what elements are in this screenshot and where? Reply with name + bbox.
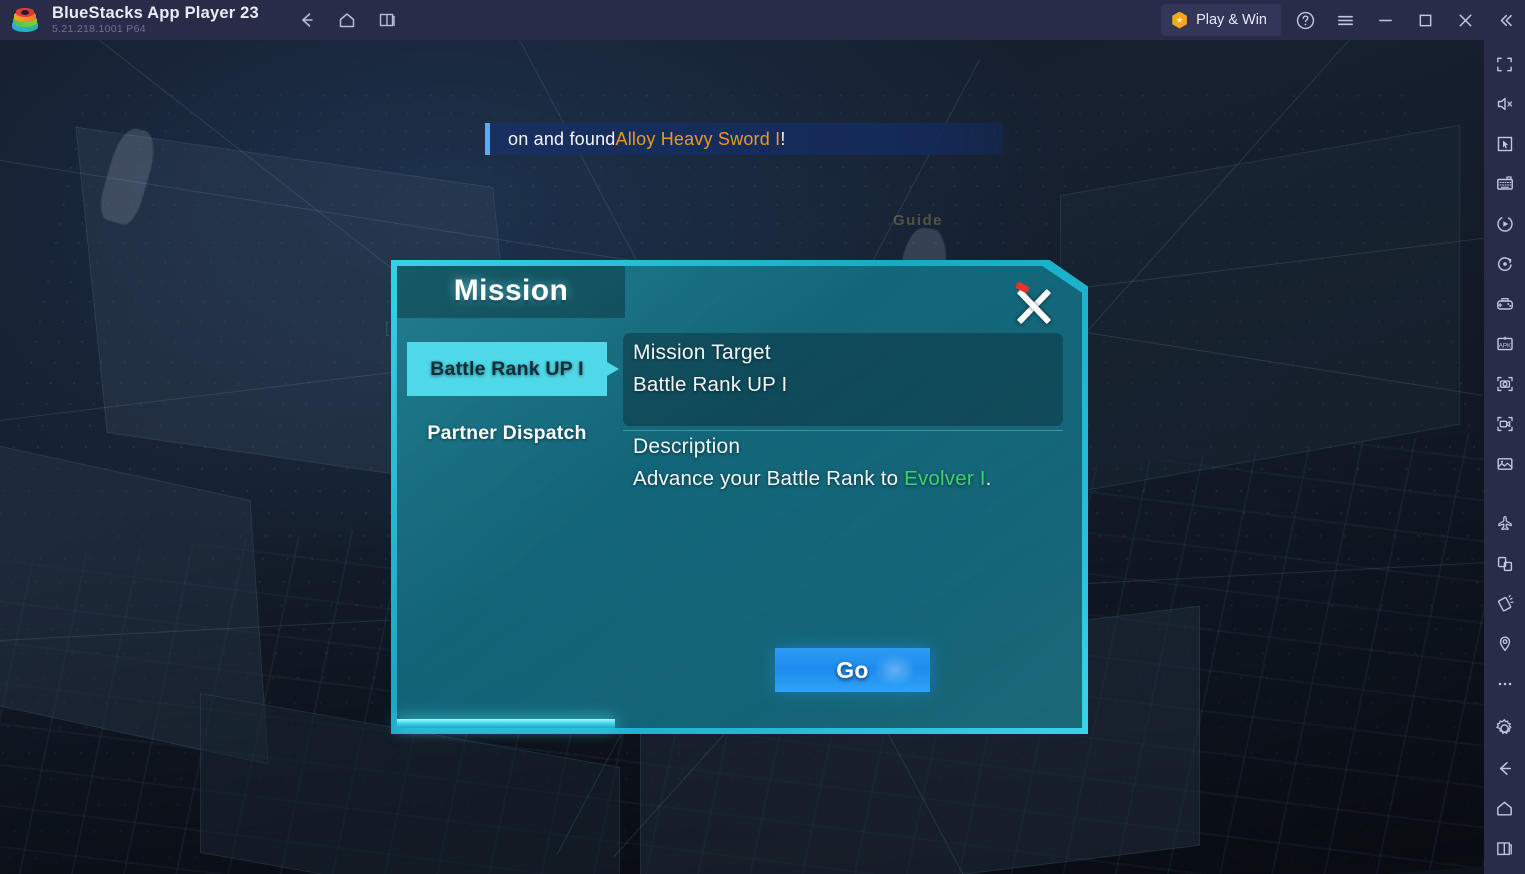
button-glow <box>874 654 916 686</box>
description-text: Advance your Battle Rank to Evolver I. <box>623 467 1063 491</box>
android-back-icon[interactable] <box>1484 748 1525 788</box>
app-version: 5.21.218.1001 P64 <box>52 23 146 35</box>
cursor-pointer-icon[interactable] <box>1484 124 1525 164</box>
media-manager-icon[interactable] <box>1484 444 1525 484</box>
background-guide-label-2: Guide <box>893 212 944 229</box>
game-viewport[interactable]: XANONYM Guide Guide [Awakener I] 7Eleven… <box>0 40 1484 874</box>
collapse-chevrons-icon[interactable] <box>1485 0 1525 40</box>
more-options-icon[interactable] <box>1484 664 1525 704</box>
panel-divider <box>623 430 1063 431</box>
mission-target-value: Battle Rank UP I <box>633 373 788 396</box>
shake-tilt-icon[interactable] <box>1484 584 1525 624</box>
mission-tab-list: Battle Rank UP I Partner Dispatch <box>407 342 619 470</box>
play-and-win-button[interactable]: Play & Win <box>1161 4 1281 36</box>
record-video-icon[interactable] <box>1484 404 1525 444</box>
sidebar-item-partner-dispatch[interactable]: Partner Dispatch <box>407 406 607 460</box>
multi-instance-sync-icon[interactable] <box>1484 544 1525 584</box>
back-arrow-icon[interactable] <box>287 0 327 40</box>
tab-label: Partner Dispatch <box>427 421 587 444</box>
toast-suffix: ! <box>780 128 786 149</box>
close-icon[interactable] <box>1445 0 1485 40</box>
play-and-win-label: Play & Win <box>1196 12 1267 28</box>
settings-gear-icon[interactable] <box>1484 708 1525 748</box>
description-highlight: Evolver I <box>904 467 986 490</box>
eco-mode-airplane-icon[interactable] <box>1484 504 1525 544</box>
title-text-group: BlueStacks App Player 23 5.21.218.1001 P… <box>52 4 259 36</box>
description-text-before: Advance your Battle Rank to <box>633 467 905 490</box>
mission-target-panel: Mission Target Battle Rank UP I <box>623 333 1063 426</box>
maximize-icon[interactable] <box>1405 0 1445 40</box>
sidebar-item-battle-rank-up[interactable]: Battle Rank UP I <box>407 342 619 396</box>
mission-dialog: Mission Battle Rank UP I Partner Dispatc… <box>391 260 1088 734</box>
help-icon[interactable] <box>1285 0 1325 40</box>
android-home-icon[interactable] <box>1484 788 1525 828</box>
window-controls-group: Play & Win <box>1161 0 1525 40</box>
mission-description-panel: Description Advance your Battle Rank to … <box>623 435 1063 497</box>
rotate-icon[interactable] <box>1484 244 1525 284</box>
macro-play-icon[interactable] <box>1484 204 1525 244</box>
toast-item-name: Alloy Heavy Sword I <box>615 128 781 149</box>
tab-label: Battle Rank UP I <box>430 357 584 380</box>
screenshot-icon[interactable] <box>1484 364 1525 404</box>
description-heading: Description <box>633 435 741 458</box>
multi-instance-icon[interactable] <box>367 0 407 40</box>
bluestacks-sidebar: APK <box>1484 40 1525 874</box>
close-x-icon[interactable] <box>1010 281 1058 330</box>
android-recents-icon[interactable] <box>1484 828 1525 868</box>
home-icon[interactable] <box>327 0 367 40</box>
minimize-icon[interactable] <box>1365 0 1405 40</box>
go-button[interactable]: Go <box>775 648 930 692</box>
orange-hexagon-star-icon <box>1172 11 1187 29</box>
mute-icon[interactable] <box>1484 84 1525 124</box>
dialog-title: Mission <box>453 274 569 307</box>
dialog-bottom-accent <box>397 719 615 728</box>
hamburger-menu-icon[interactable] <box>1325 0 1365 40</box>
gamepad-icon[interactable] <box>1484 284 1525 324</box>
nav-button-group <box>287 0 407 40</box>
fullscreen-icon[interactable] <box>1484 44 1525 84</box>
bluestacks-logo-icon <box>12 7 38 33</box>
mission-target-heading: Mission Target <box>633 341 771 364</box>
svg-text:APK: APK <box>1498 342 1511 349</box>
location-pin-icon[interactable] <box>1484 624 1525 664</box>
toast-prefix: on and found <box>508 128 616 149</box>
go-button-label: Go <box>836 656 869 683</box>
install-apk-icon[interactable]: APK <box>1484 324 1525 364</box>
keyboard-controls-icon[interactable] <box>1484 164 1525 204</box>
app-title: BlueStacks App Player 23 <box>52 4 259 22</box>
description-text-after: . <box>985 467 992 490</box>
titlebar: BlueStacks App Player 23 5.21.218.1001 P… <box>0 0 1525 40</box>
loot-toast-banner: on and found Alloy Heavy Sword I ! <box>485 123 1003 155</box>
